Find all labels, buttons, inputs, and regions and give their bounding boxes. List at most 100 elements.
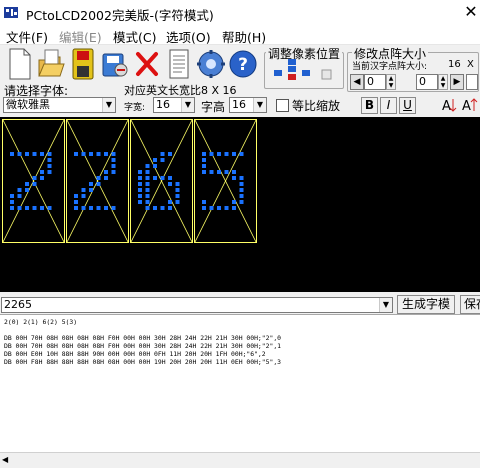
glyph-dot <box>224 170 229 174</box>
font-name-value: 微软雅黑 <box>6 98 50 111</box>
glyph-dot <box>160 206 165 210</box>
spin-right-field[interactable]: 0 <box>416 74 438 90</box>
help-icon[interactable]: ? <box>228 46 258 82</box>
save-as-icon[interactable] <box>100 46 130 82</box>
save-icon[interactable] <box>68 46 98 82</box>
glyph-dot <box>111 152 116 156</box>
glyph-dot <box>32 182 37 186</box>
bold-button[interactable]: B <box>361 97 378 114</box>
glyph-dot <box>232 152 236 156</box>
glyph-dot <box>17 206 22 210</box>
save-button[interactable]: 保存 <box>460 295 480 314</box>
pixel-shift-arrows[interactable] <box>272 58 338 86</box>
menu-mode[interactable]: 模式(C) <box>113 27 156 46</box>
new-file-icon[interactable] <box>4 46 34 82</box>
glyph-dot <box>209 206 214 210</box>
glyph-dot <box>217 152 221 156</box>
glyph-dot <box>111 170 116 174</box>
glyph-dot <box>145 170 150 174</box>
font-grow-icon[interactable]: A <box>460 96 480 114</box>
underline-button[interactable]: U <box>399 97 416 114</box>
chevron-down-icon[interactable]: ▼ <box>253 98 266 112</box>
menu-help[interactable]: 帮助(H) <box>222 27 266 46</box>
char-cell[interactable] <box>66 119 129 243</box>
svg-text:A: A <box>462 99 471 114</box>
font-name-select[interactable]: 微软雅黑 ▼ <box>3 97 116 113</box>
glyph-dot <box>138 176 142 180</box>
proportional-checkbox[interactable] <box>276 99 289 112</box>
char-glyph <box>3 120 64 242</box>
glyph-dot <box>47 170 52 174</box>
glyph-dot <box>96 176 101 180</box>
glyph-dot <box>153 206 157 210</box>
glyph-dot <box>104 176 108 180</box>
char-cell[interactable] <box>194 119 257 243</box>
chevron-down-icon[interactable]: ▼ <box>379 298 392 312</box>
horizontal-scrollbar[interactable] <box>0 452 480 468</box>
glyph-dot <box>81 188 86 192</box>
glyph-dot <box>175 194 180 198</box>
glyph-dot <box>138 188 142 192</box>
char-height-value: 16 <box>232 98 246 111</box>
chevron-down-icon[interactable]: ▼ <box>102 98 115 112</box>
glyph-dot <box>96 206 101 210</box>
glyph-dot <box>32 152 37 156</box>
close-button[interactable]: ✕ <box>462 2 480 22</box>
spin-extra-field[interactable] <box>466 74 478 90</box>
glyph-dot <box>138 200 142 204</box>
spin-left-field[interactable]: 0 <box>364 74 386 90</box>
char-cell[interactable] <box>130 119 193 243</box>
glyph-dot <box>17 194 22 198</box>
glyph-dot <box>224 152 229 156</box>
glyph-dot <box>74 200 78 204</box>
char-width-select[interactable]: 16 ▼ <box>153 97 195 113</box>
dot-size-caption: 当前汉字点阵大小: <box>352 62 428 72</box>
glyph-dot <box>160 158 165 162</box>
glyph-dot <box>25 206 29 210</box>
glyph-dot <box>168 152 172 156</box>
open-folder-icon[interactable] <box>36 46 66 82</box>
grow-right-button[interactable]: ▶ <box>450 74 464 90</box>
menu-options[interactable]: 选项(O) <box>166 27 211 46</box>
menu-edit[interactable]: 编辑(E) <box>59 27 102 46</box>
chevron-down-icon[interactable]: ▼ <box>181 98 194 112</box>
glyph-dot <box>47 164 52 168</box>
notepad-icon[interactable] <box>164 46 194 82</box>
text-input[interactable]: 2265 ▼ <box>1 297 393 313</box>
glyph-dot <box>104 170 108 174</box>
glyph-dot <box>89 188 93 192</box>
glyph-dot <box>10 206 14 210</box>
font-shrink-icon[interactable]: A <box>440 96 459 114</box>
glyph-dot <box>40 206 44 210</box>
output-row: DB 00H F8H 88H 88H 88H 08H 08H 00H 00H 1… <box>4 358 282 366</box>
glyph-dot <box>145 200 150 204</box>
proportional-label: 等比缩放 <box>292 99 341 113</box>
spin-left-arrows[interactable]: ▲ ▼ <box>386 74 396 90</box>
glyph-dot <box>239 152 244 156</box>
italic-button[interactable]: I <box>380 97 397 114</box>
dot-matrix-preview[interactable] <box>0 117 480 292</box>
shrink-left-button[interactable]: ◀ <box>350 74 364 90</box>
spin-right-arrows[interactable]: ▲ ▼ <box>438 74 448 90</box>
generate-button[interactable]: 生成字模 <box>397 295 455 314</box>
scroll-left-arrow-icon[interactable]: ◀ <box>2 455 8 464</box>
glyph-dot <box>17 188 22 192</box>
glyph-dot <box>47 206 52 210</box>
settings-gear-icon[interactable] <box>196 46 226 82</box>
glyph-dot <box>175 188 180 192</box>
glyph-dot <box>145 182 150 186</box>
glyph-dot <box>160 176 165 180</box>
glyph-dot <box>104 206 108 210</box>
menu-file[interactable]: 文件(F) <box>6 27 48 46</box>
output-text-area[interactable]: 2(0) 2(1) 6(2) 5(3) DB 00H 70H 08H 08H 0… <box>0 314 480 468</box>
glyph-dot <box>145 206 150 210</box>
delete-icon[interactable] <box>132 46 162 82</box>
glyph-dot <box>89 182 93 186</box>
glyph-dot <box>202 200 206 204</box>
glyph-dot <box>239 182 244 186</box>
char-height-select[interactable]: 16 ▼ <box>229 97 267 113</box>
glyph-dot <box>40 176 44 180</box>
char-cell[interactable] <box>2 119 65 243</box>
glyph-dot <box>145 176 150 180</box>
char-height-label: 字高 <box>201 100 226 114</box>
